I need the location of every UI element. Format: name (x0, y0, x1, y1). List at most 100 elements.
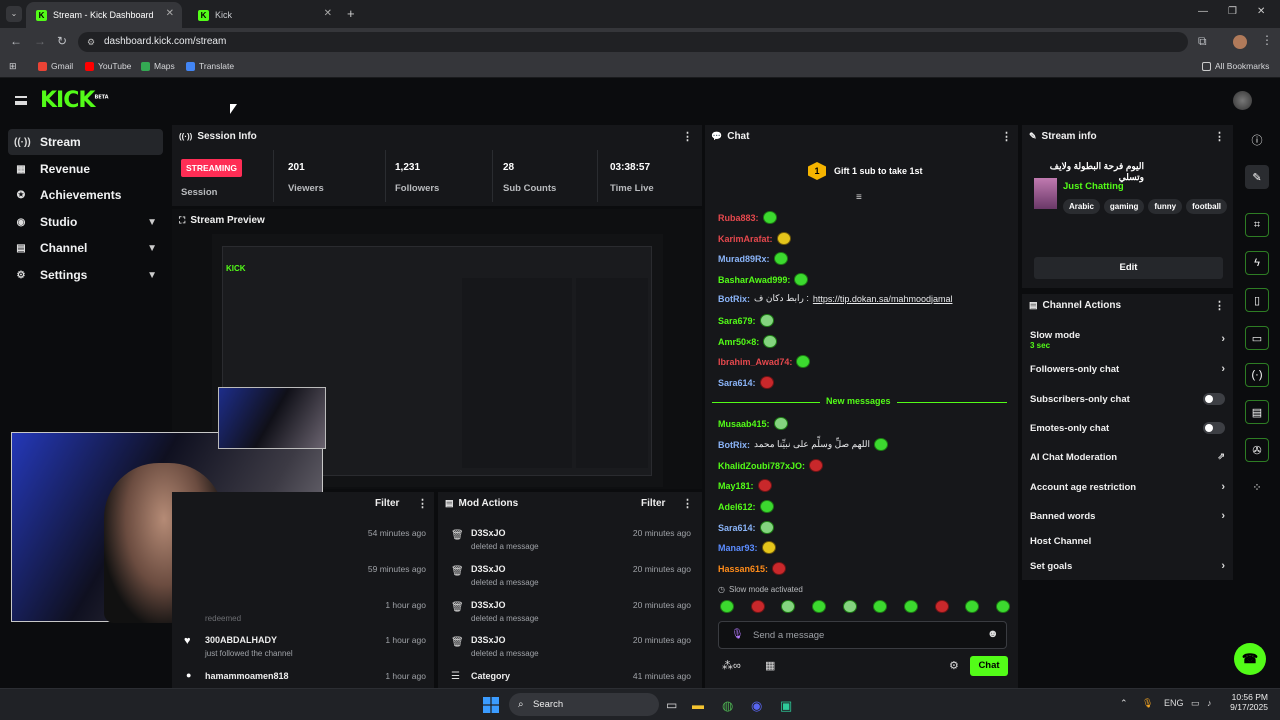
stream-info-menu-icon[interactable]: ⋮ (1214, 130, 1225, 143)
sidebar-item-revenue[interactable]: ▦ Revenue (8, 156, 163, 182)
chat-username[interactable]: Manar93: (718, 543, 758, 553)
activity-user[interactable]: hamammoamen818 (205, 671, 289, 681)
chat-username[interactable]: BotRix: (718, 294, 750, 304)
emote-icon[interactable] (811, 600, 826, 613)
emote-icon[interactable] (934, 600, 949, 613)
chrome-icon[interactable]: ◍ (722, 698, 733, 714)
wrench-icon[interactable]: ✇ (1245, 438, 1269, 462)
chat-settings-icon[interactable]: ⚙ (949, 659, 959, 672)
category-name[interactable]: Just Chatting (1063, 181, 1124, 192)
mod-user[interactable]: D3SxJO (471, 600, 506, 610)
chat-users-icon[interactable]: ⁂∞ (722, 659, 741, 672)
subscribers-only-action[interactable]: Subscribers-only chat (1030, 393, 1225, 405)
window-close-icon[interactable]: ✕ (1257, 6, 1265, 17)
emote-icon[interactable] (842, 600, 857, 613)
lightning-icon[interactable]: ϟ (1245, 251, 1269, 275)
language-indicator[interactable]: ENG (1164, 698, 1184, 708)
chat-username[interactable]: Hassan615: (718, 564, 768, 574)
volume-icon[interactable]: ♪ (1207, 698, 1212, 708)
mod-user[interactable]: D3SxJO (471, 528, 506, 538)
dots-cluster-icon[interactable]: ⁘ (1245, 475, 1269, 499)
discord-icon[interactable]: ◉ (751, 698, 762, 714)
emote-icon[interactable] (720, 600, 734, 613)
emote-icon[interactable] (750, 600, 765, 613)
emotes-only-action[interactable]: Emotes-only chat (1030, 422, 1225, 434)
hamburger-menu-icon[interactable] (15, 96, 27, 105)
start-icon[interactable] (483, 697, 499, 713)
document-icon[interactable]: ▯ (1245, 288, 1269, 312)
close-icon[interactable]: ✕ (166, 8, 174, 19)
extensions-icon[interactable]: ⧉ (1198, 34, 1207, 49)
tag[interactable]: gaming (1103, 199, 1145, 214)
sidebar-item-achievements[interactable]: ✪ Achievements (8, 182, 163, 208)
chat-username[interactable]: Sara679: (718, 316, 756, 326)
mod-user[interactable]: Category (471, 671, 510, 681)
tag[interactable]: football (1186, 199, 1228, 214)
close-icon[interactable]: ✕ (324, 8, 332, 19)
bookmark-gmail[interactable]: Gmail (38, 61, 73, 71)
edit-pencil-icon[interactable]: ✎ (1245, 165, 1269, 189)
pinned-toggle-icon[interactable]: ≡ (856, 192, 862, 203)
chat-username[interactable]: Musaab415: (718, 419, 770, 429)
activity-filter-button[interactable]: Filter (375, 498, 399, 509)
mod-menu-icon[interactable]: ⋮ (682, 497, 693, 510)
microphone-icon[interactable]: 🎙 (1142, 698, 1153, 709)
chat-username[interactable]: May181: (718, 481, 754, 491)
restore-icon[interactable]: ❐ (1228, 6, 1237, 17)
chat-username[interactable]: BasharAwad999: (718, 275, 790, 285)
emote-icon[interactable] (903, 600, 918, 613)
emotes-only-toggle[interactable] (1203, 422, 1225, 434)
subscribers-only-toggle[interactable] (1203, 393, 1225, 405)
url-field[interactable]: ⚙ dashboard.kick.com/stream (78, 32, 1188, 52)
bookmark-youtube[interactable]: YouTube (85, 61, 131, 71)
emote-icon[interactable] (965, 600, 980, 613)
emote-icon[interactable] (995, 600, 1010, 613)
info-icon[interactable]: ⓘ (1245, 128, 1269, 152)
chat-username[interactable]: Sara614: (718, 523, 756, 533)
layout-icon[interactable]: ▤ (1245, 400, 1269, 424)
ai-chat-moderation-action[interactable]: AI Chat Moderation ⇗ (1030, 451, 1225, 463)
profile-avatar[interactable] (1233, 35, 1247, 49)
kick-logo[interactable]: KICKBETA (40, 88, 109, 113)
sidebar-item-studio[interactable]: ◉ Studio ▼ (8, 209, 163, 235)
minimize-icon[interactable]: — (1198, 6, 1208, 17)
activity-menu-icon[interactable]: ⋮ (417, 497, 428, 510)
chat-username[interactable]: Adel612: (718, 502, 756, 512)
chat-username[interactable]: KhalidZoubi787xJO: (718, 461, 805, 471)
tab-kick[interactable]: K Kick ✕ (188, 2, 340, 28)
chat-username[interactable]: Murad89Rx: (718, 254, 770, 264)
support-button[interactable]: ☎ (1234, 643, 1266, 675)
all-bookmarks[interactable]: All Bookmarks (1202, 61, 1269, 71)
chat-username[interactable]: Amr50×8: (718, 337, 759, 347)
back-icon[interactable]: ← (10, 34, 22, 48)
followers-only-action[interactable]: Followers-only chat › (1030, 363, 1225, 375)
scan-icon[interactable]: ⌗ (1245, 213, 1269, 237)
chat-username[interactable]: Sara614: (718, 378, 756, 388)
channel-actions-menu-icon[interactable]: ⋮ (1214, 299, 1225, 312)
chat-username[interactable]: KarimArafat: (718, 234, 773, 244)
host-channel-action[interactable]: Host Channel (1030, 536, 1225, 547)
tag[interactable]: funny (1148, 199, 1183, 214)
broadcast-icon[interactable]: (·) (1245, 363, 1269, 387)
gift-icon[interactable]: ▦ (765, 659, 775, 672)
new-tab-icon[interactable]: + (347, 6, 355, 21)
activity-user[interactable]: 300ABDALHADY (205, 635, 277, 645)
session-menu-icon[interactable]: ⋮ (682, 130, 693, 143)
forward-icon[interactable]: → (34, 34, 46, 48)
sidebar-item-channel[interactable]: ▤ Channel ▼ (8, 235, 163, 261)
account-age-action[interactable]: Account age restriction › (1030, 481, 1225, 493)
emote-icon[interactable] (781, 600, 796, 613)
sidebar-item-settings[interactable]: ⚙ Settings ▼ (8, 262, 163, 288)
chat-input[interactable]: 🎙 Send a message ☻ (718, 621, 1007, 649)
microphone-icon[interactable]: 🎙 (731, 629, 744, 640)
tray-chevron-icon[interactable]: ⌃ (1120, 698, 1128, 709)
chat-username[interactable]: Ibrahim_Awad74: (718, 357, 792, 367)
mod-user[interactable]: D3SxJO (471, 635, 506, 645)
set-goals-action[interactable]: Set goals › (1030, 560, 1225, 572)
chat-username[interactable]: Ruba883: (718, 213, 759, 223)
taskbar-search[interactable]: ⌕ Search (509, 693, 659, 716)
mod-user[interactable]: D3SxJO (471, 564, 506, 574)
clock[interactable]: 10:56 PM 9/17/2025 (1228, 692, 1268, 712)
emoji-icon[interactable]: ☻ (987, 628, 999, 640)
chat-menu-icon[interactable]: ⋮ (1001, 130, 1012, 143)
